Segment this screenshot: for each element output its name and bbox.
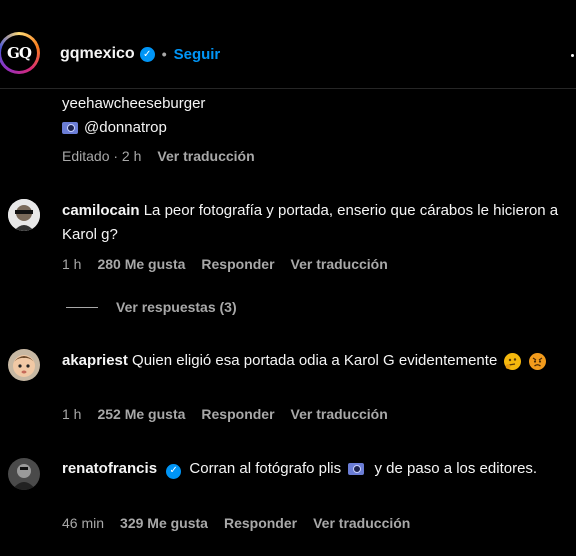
comment-body: renatofrancis ✓ Corran al fotógrafo plis…: [62, 457, 562, 481]
profile-avatar-gq[interactable]: GQ: [0, 32, 40, 74]
thinking-face-emoji: [504, 352, 522, 370]
gq-logo-text: GQ: [7, 44, 32, 62]
previous-comment-continuation: yeehawcheeseburger @donnatrop Editado · …: [62, 92, 271, 164]
comment-username[interactable]: camilocain: [62, 202, 140, 219]
comment-username[interactable]: akapriest: [62, 352, 128, 369]
verified-badge-icon: ✓: [166, 463, 182, 479]
comment-time: 1 h: [62, 406, 82, 422]
header-separator: •: [161, 46, 167, 62]
avatar-image: [8, 349, 40, 381]
camera-emoji-icon: [62, 122, 78, 135]
reply-button[interactable]: Responder: [201, 256, 274, 272]
edited-timestamp: Editado · 2 h: [62, 148, 142, 164]
see-translation-link[interactable]: Ver traducción: [291, 256, 388, 272]
comment-time: 46 min: [62, 515, 105, 531]
likes-count[interactable]: 280 Me gusta: [97, 256, 185, 272]
reply-button[interactable]: Responder: [201, 406, 274, 422]
see-translation-link[interactable]: Ver traducción: [157, 148, 254, 164]
post-header: GQ gqmexico ✓ • Seguir: [0, 0, 576, 89]
avatar[interactable]: [8, 458, 40, 490]
comment-text: Corran al fotógrafo plis: [189, 460, 342, 477]
header-user-row: gqmexico ✓ • Seguir: [60, 45, 220, 63]
angry-face-emoji: [528, 352, 546, 370]
header-username[interactable]: gqmexico: [60, 45, 135, 63]
avatar-image: [8, 458, 40, 490]
likes-count[interactable]: 329 Me gusta: [120, 515, 208, 531]
comment-meta: 46 min 329 Me gusta Responder Ver traduc…: [62, 515, 426, 531]
comment-meta: Editado · 2 h Ver traducción: [62, 148, 271, 164]
avatar[interactable]: [8, 199, 40, 231]
view-replies-toggle[interactable]: Ver respuestas (3): [66, 299, 237, 315]
avatar[interactable]: [8, 349, 40, 381]
camera-emoji-icon: [348, 463, 365, 476]
see-translation-link[interactable]: Ver traducción: [291, 406, 388, 422]
more-options-icon[interactable]: [571, 54, 574, 57]
comment-body: akapriest Quien eligió esa portada odia …: [62, 349, 562, 373]
comment-time: 1 h: [62, 256, 82, 272]
comment-text-continued: y de paso a los editores.: [374, 460, 538, 477]
verified-badge-icon: ✓: [139, 46, 155, 62]
view-replies-label[interactable]: Ver respuestas (3): [116, 299, 237, 315]
comment-body: camilocain La peor fotografía y portada,…: [62, 199, 562, 247]
comment-meta: 1 h 252 Me gusta Responder Ver traducció…: [62, 406, 404, 422]
comment-meta: 1 h 280 Me gusta Responder Ver traducció…: [62, 256, 404, 272]
avatar-image: [8, 199, 40, 231]
see-translation-link[interactable]: Ver traducción: [313, 515, 410, 531]
instagram-comments-panel: GQ gqmexico ✓ • Seguir yeehawcheeseburge…: [0, 0, 576, 556]
follow-button[interactable]: Seguir: [174, 46, 221, 63]
replies-divider-line: [66, 306, 98, 308]
mention-link[interactable]: @donnatrop: [84, 119, 167, 136]
likes-count[interactable]: 252 Me gusta: [97, 406, 185, 422]
comment-text-line: yeehawcheeseburger: [62, 95, 206, 112]
comment-username[interactable]: renatofrancis: [62, 460, 157, 477]
comment-text: Quien eligió esa portada odia a Karol G …: [132, 352, 498, 369]
reply-button[interactable]: Responder: [224, 515, 297, 531]
